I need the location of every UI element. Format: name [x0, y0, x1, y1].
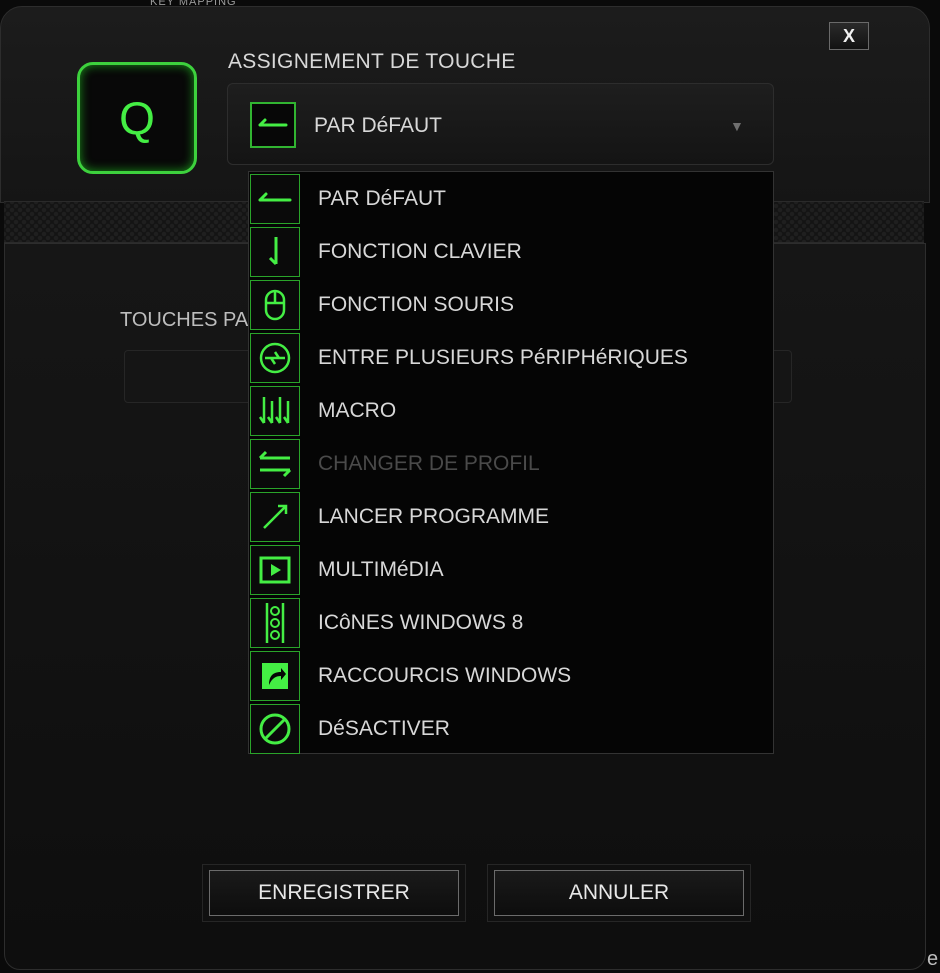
disable-icon [250, 704, 300, 754]
option-mouse-function[interactable]: FONCTION SOURIS [249, 278, 773, 331]
assign-label: ASSIGNEMENT DE TOUCHE [228, 50, 516, 73]
option-inter-device[interactable]: ENTRE PLUSIEURS PéRIPHéRIQUES [249, 331, 773, 384]
key-letter: Q [119, 92, 155, 144]
option-label: CHANGER DE PROFIL [318, 452, 540, 475]
assignment-options-list: PAR DéFAUT FONCTION CLAVIER FONCTION SOU… [248, 171, 774, 754]
option-launch-program[interactable]: LANCER PROGRAMME [249, 490, 773, 543]
option-label: PAR DéFAUT [318, 187, 446, 210]
option-label: MACRO [318, 399, 397, 422]
keyboard-function-icon [250, 227, 300, 277]
option-windows8-charms[interactable]: ICôNES WINDOWS 8 [249, 596, 773, 649]
option-label: MULTIMéDIA [318, 558, 444, 581]
touches-label: TOUCHES PA [120, 309, 249, 331]
option-default[interactable]: PAR DéFAUT [249, 172, 773, 225]
option-disable[interactable]: DéSACTIVER [249, 702, 773, 755]
background-text-fragment: e [927, 948, 939, 970]
option-switch-profile[interactable]: CHANGER DE PROFIL [249, 437, 773, 490]
macro-icon [250, 386, 300, 436]
cancel-button[interactable]: ANNULER [494, 870, 744, 916]
multimedia-icon [250, 545, 300, 595]
option-macro[interactable]: MACRO [249, 384, 773, 437]
option-label: FONCTION SOURIS [318, 293, 515, 316]
default-arrow-icon [250, 102, 296, 148]
switch-profile-icon [250, 439, 300, 489]
chevron-down-icon: ▼ [730, 118, 744, 134]
mouse-icon [250, 280, 300, 330]
option-label: FONCTION CLAVIER [318, 240, 522, 263]
option-windows-shortcut[interactable]: RACCOURCIS WINDOWS [249, 649, 773, 702]
option-multimedia[interactable]: MULTIMéDIA [249, 543, 773, 596]
inter-device-icon [250, 333, 300, 383]
option-label: DéSACTIVER [318, 717, 450, 740]
selected-value: PAR DéFAUT [314, 114, 442, 137]
windows8-charms-icon [250, 598, 300, 648]
key-tile: Q [77, 62, 197, 174]
save-button[interactable]: ENREGISTRER [209, 870, 459, 916]
option-label: LANCER PROGRAMME [318, 505, 550, 528]
option-label: ENTRE PLUSIEURS PéRIPHéRIQUES [318, 346, 688, 369]
close-button[interactable]: X [829, 22, 869, 50]
assignment-dropdown[interactable]: PAR DéFAUT ▼ [227, 83, 774, 165]
option-label: RACCOURCIS WINDOWS [318, 664, 572, 687]
launch-program-icon [250, 492, 300, 542]
option-keyboard-function[interactable]: FONCTION CLAVIER [249, 225, 773, 278]
default-arrow-icon [250, 174, 300, 224]
windows-shortcut-icon [250, 651, 300, 701]
option-label: ICôNES WINDOWS 8 [318, 611, 524, 634]
